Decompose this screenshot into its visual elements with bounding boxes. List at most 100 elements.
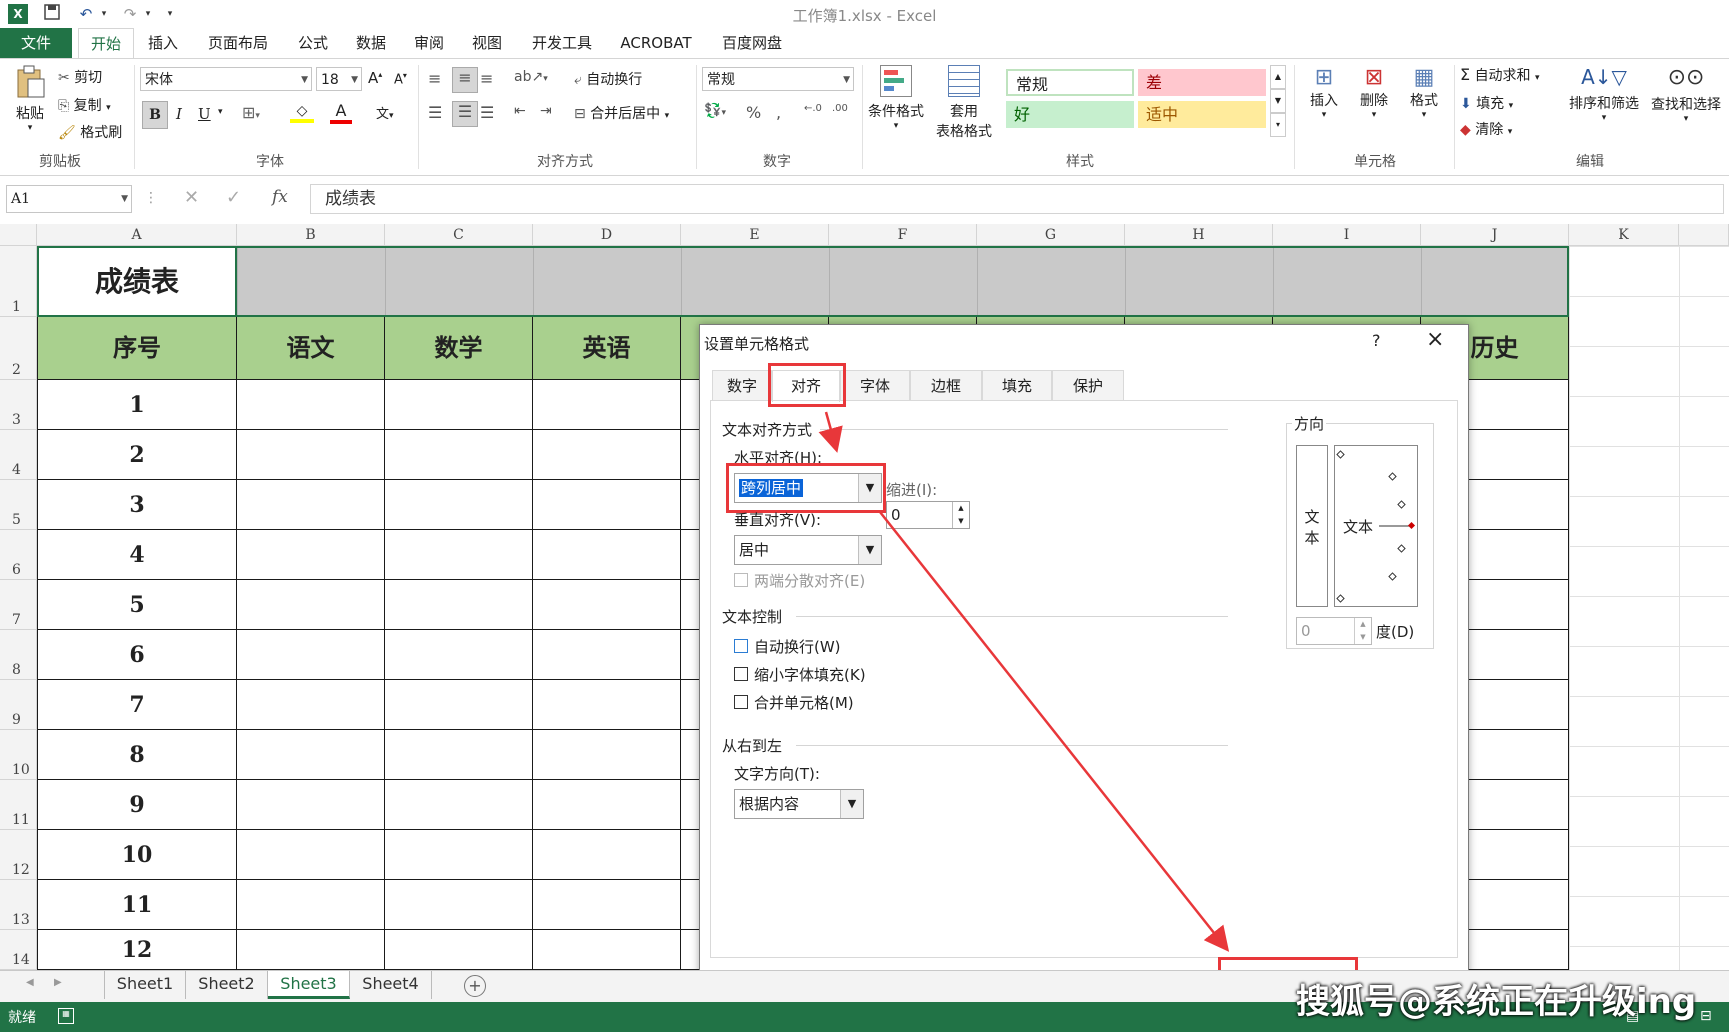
table-cell[interactable]	[385, 380, 533, 430]
page-break-view-icon[interactable]: ⊟	[1700, 1008, 1712, 1024]
column-header-g[interactable]: G	[977, 224, 1125, 246]
increase-font-icon[interactable]: A▴	[368, 69, 382, 87]
seq-cell[interactable]: 2	[37, 430, 237, 480]
tab-acrobat[interactable]: ACROBAT	[614, 28, 698, 58]
column-header-h[interactable]: H	[1125, 224, 1273, 246]
seq-cell[interactable]: 7	[37, 680, 237, 730]
row-header-1[interactable]: 1	[0, 246, 37, 317]
table-cell[interactable]	[385, 480, 533, 530]
tab-number[interactable]: 数字	[712, 370, 772, 400]
column-header-f[interactable]: F	[829, 224, 977, 246]
autosum-button[interactable]: Σ 自动求和 ▾	[1460, 65, 1540, 85]
accounting-format-icon[interactable]: 💱▾	[704, 103, 726, 119]
orientation-icon[interactable]: ab↗▾	[514, 69, 548, 85]
borders-icon[interactable]: ⊞▾	[242, 103, 260, 122]
underline-dropdown-icon[interactable]: ▾	[218, 107, 223, 117]
decrease-decimal-icon[interactable]: .00	[832, 103, 848, 114]
align-right-icon[interactable]: ☰	[480, 103, 500, 122]
decrease-indent-icon[interactable]: ⇤	[514, 103, 526, 119]
confirm-entry-icon[interactable]: ✓	[226, 187, 241, 208]
fill-color-icon[interactable]: ◇	[290, 103, 314, 123]
tab-insert[interactable]: 插入	[140, 28, 186, 58]
row-header-4[interactable]: 4	[0, 430, 37, 480]
column-header-i[interactable]: I	[1273, 224, 1421, 246]
help-icon[interactable]: ?	[1372, 331, 1381, 350]
scroll-right-icon[interactable]: ▶	[54, 977, 62, 988]
clear-dropdown-icon[interactable]: ▾	[1508, 127, 1513, 137]
seq-cell[interactable]: 1	[37, 380, 237, 430]
row-header-2[interactable]: 2	[0, 317, 37, 380]
text-direction-select[interactable]: 根据内容 ▼	[734, 789, 864, 819]
header-cell-seq[interactable]: 序号	[37, 317, 237, 380]
degree-spinner[interactable]: 0 ▲ ▼	[1296, 617, 1372, 645]
macro-record-icon[interactable]: ▦	[58, 1008, 74, 1024]
seq-cell[interactable]: 6	[37, 630, 237, 680]
styles-more-icon[interactable]: ▾	[1270, 113, 1286, 137]
table-cell[interactable]	[385, 630, 533, 680]
increase-decimal-icon[interactable]: ←.0	[804, 103, 822, 114]
seq-cell[interactable]: 4	[37, 530, 237, 580]
table-cell[interactable]	[237, 530, 385, 580]
column-header-b[interactable]: B	[237, 224, 385, 246]
align-bottom-icon[interactable]: ≡	[480, 69, 500, 88]
percent-icon[interactable]: %	[746, 103, 761, 122]
format-cells-button[interactable]: ▦ 格式 ▾	[1402, 65, 1446, 120]
delete-cells-button[interactable]: ⊠ 删除 ▾	[1352, 65, 1396, 120]
table-cell[interactable]	[385, 680, 533, 730]
align-top-icon[interactable]: ≡	[428, 69, 448, 88]
clear-button[interactable]: ◆ 清除 ▾	[1460, 119, 1512, 139]
align-left-icon[interactable]: ☰	[428, 103, 448, 122]
table-cell[interactable]	[237, 780, 385, 830]
underline-button[interactable]: U	[198, 105, 211, 123]
conditional-format-button[interactable]: 条件格式 ▾	[864, 65, 928, 131]
increase-indent-icon[interactable]: ⇥	[540, 103, 552, 119]
style-neutral[interactable]: 适中	[1138, 101, 1266, 128]
justify-distributed-checkbox[interactable]	[734, 573, 748, 587]
shrink-to-fit-checkbox[interactable]	[734, 667, 748, 681]
seq-cell[interactable]: 3	[37, 480, 237, 530]
table-cell[interactable]	[533, 430, 681, 480]
seq-cell[interactable]: 9	[37, 780, 237, 830]
insert-cells-button[interactable]: ⊞ 插入 ▾	[1302, 65, 1346, 120]
style-normal[interactable]: 常规	[1006, 69, 1134, 96]
phonetic-icon[interactable]: 文▾	[376, 103, 394, 122]
table-cell[interactable]	[237, 430, 385, 480]
row-header-10[interactable]: 10	[0, 730, 37, 780]
orientation-dial[interactable]: 文本	[1334, 445, 1418, 607]
sheet-tab-3[interactable]: Sheet3	[268, 971, 350, 999]
table-cell[interactable]	[237, 730, 385, 780]
table-cell[interactable]	[237, 630, 385, 680]
styles-scroll-down-icon[interactable]: ▼	[1270, 89, 1286, 113]
header-cell-chinese[interactable]: 语文	[237, 317, 385, 380]
insert-function-icon[interactable]: fx	[272, 187, 288, 207]
style-bad[interactable]: 差	[1138, 69, 1266, 96]
row-header-12[interactable]: 12	[0, 830, 37, 880]
spin-up-icon[interactable]: ▲	[952, 502, 969, 515]
table-cell[interactable]	[533, 780, 681, 830]
table-cell[interactable]	[385, 430, 533, 480]
tab-font[interactable]: 字体	[840, 370, 910, 400]
row-header-11[interactable]: 11	[0, 780, 37, 830]
scroll-left-icon[interactable]: ◀	[26, 977, 34, 988]
row-header-3[interactable]: 3	[0, 380, 37, 430]
tab-view[interactable]: 视图	[464, 28, 510, 58]
table-cell[interactable]	[533, 930, 681, 970]
table-cell[interactable]	[533, 530, 681, 580]
copy-button[interactable]: ⎘ 复制 ▾	[58, 95, 111, 115]
seq-cell[interactable]: 10	[37, 830, 237, 880]
italic-button[interactable]: I	[176, 105, 182, 123]
bold-button[interactable]: B	[142, 101, 168, 129]
sort-filter-button[interactable]: A↓▽ 排序和筛选 ▾	[1566, 65, 1642, 123]
spin-down-icon[interactable]: ▼	[1354, 631, 1371, 644]
row-header-9[interactable]: 9	[0, 680, 37, 730]
tab-review[interactable]: 审阅	[406, 28, 452, 58]
table-cell[interactable]	[533, 830, 681, 880]
column-header-k[interactable]: K	[1569, 224, 1679, 246]
format-painter-button[interactable]: 🖌 格式刷	[58, 122, 122, 142]
number-format-select[interactable]: 常规 ▼	[702, 67, 854, 91]
sheet-tab-4[interactable]: Sheet4	[350, 971, 432, 999]
tab-file[interactable]: 文件	[0, 28, 72, 58]
table-cell[interactable]	[385, 780, 533, 830]
autosum-dropdown-icon[interactable]: ▾	[1535, 73, 1540, 83]
format-as-table-button[interactable]: 套用 表格格式	[932, 65, 996, 141]
